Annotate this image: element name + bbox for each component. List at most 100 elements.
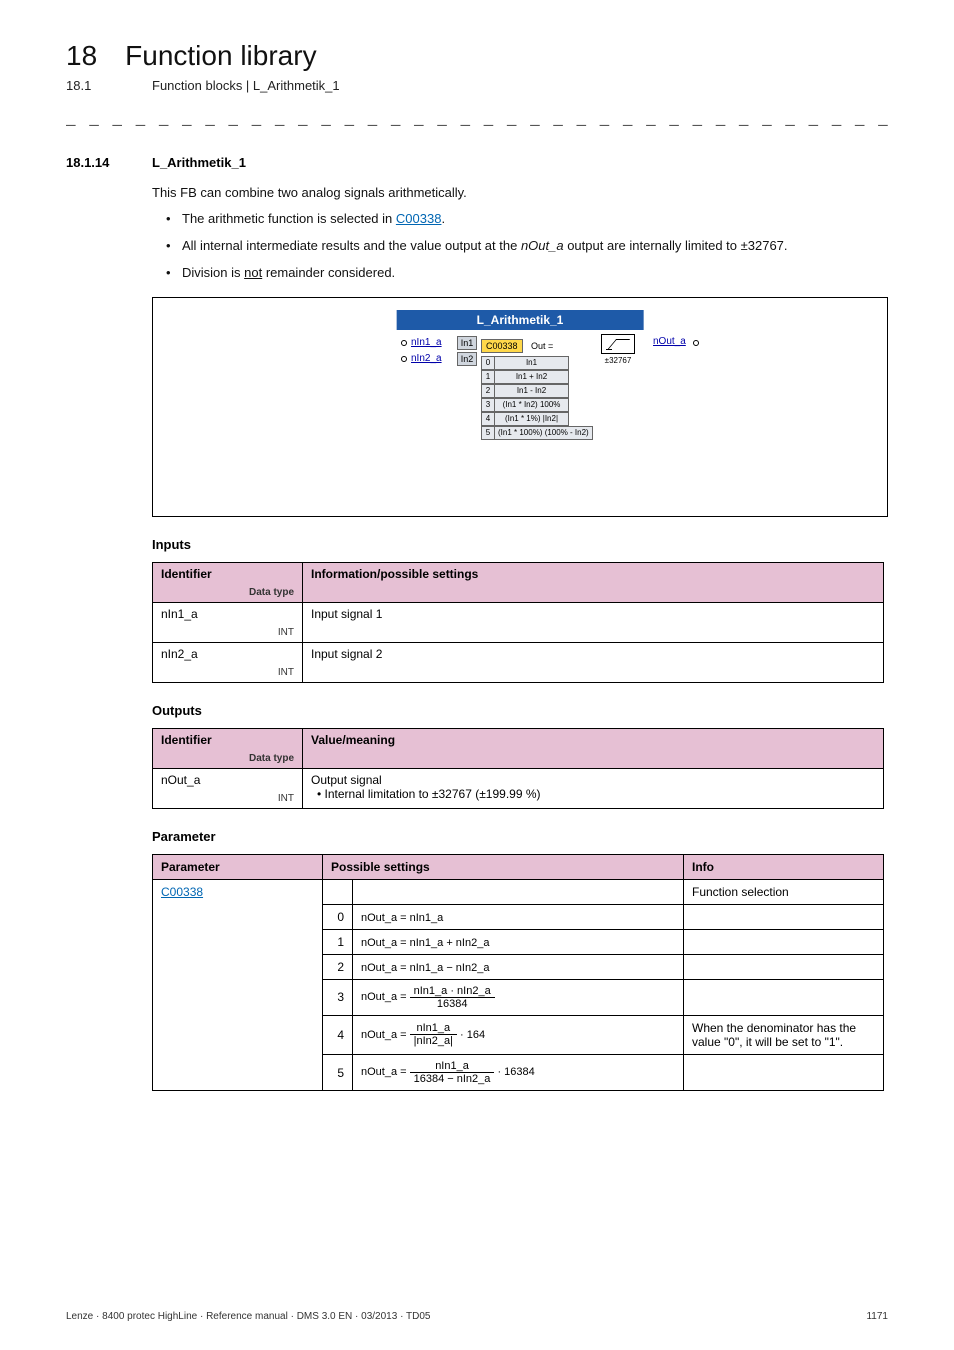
bullet-list: The arithmetic function is selected in C… — [166, 210, 888, 283]
lut-val: In1 + In2 — [495, 370, 569, 384]
bullet-2: All internal intermediate results and th… — [180, 237, 888, 256]
footer-left: Lenze · 8400 protec HighLine · Reference… — [66, 1311, 430, 1322]
diagram-param-tag: C00338 — [481, 339, 523, 353]
table-row: 0 nOut_a = nIn1_a — [153, 904, 884, 929]
cell-info — [684, 904, 884, 929]
cell-idx: 4 — [323, 1015, 353, 1054]
cell-idx: 3 — [323, 979, 353, 1015]
lut-key: 3 — [481, 398, 495, 412]
sub-number: 18.1 — [66, 78, 124, 93]
cell-info: When the denominator has the value "0", … — [684, 1015, 884, 1054]
limiter-icon — [601, 334, 635, 354]
inputs-heading: Inputs — [152, 537, 888, 552]
link-param-code[interactable]: C00338 — [161, 885, 203, 899]
block-diagram: L_Arithmetik_1 nIn1_a In1 nIn2_a In2 C00… — [152, 297, 888, 517]
table-row: 4 nOut_a = nIn1_a|nIn2_a| · 164 When the… — [153, 1015, 884, 1054]
eqn-pre: nOut_a = — [361, 991, 410, 1003]
frac-den: 16384 − nIn2_a — [410, 1073, 495, 1085]
table-row: 5 nOut_a = nIn1_a16384 − nIn2_a · 16384 — [153, 1054, 884, 1090]
diagram-inputs: nIn1_a In1 nIn2_a In2 — [401, 336, 477, 368]
diagram-in2: nIn2_a — [411, 353, 451, 364]
diagram-title: L_Arithmetik_1 — [397, 310, 644, 330]
cell-idx: 5 — [323, 1054, 353, 1090]
th-identifier: Identifier — [161, 567, 212, 581]
divider-dashes: _ _ _ _ _ _ _ _ _ _ _ _ _ _ _ _ _ _ _ _ … — [66, 111, 888, 129]
bullet-2-post: output are internally limited to ±32767. — [564, 238, 788, 253]
th-info: Info — [684, 854, 884, 879]
port-circle-icon — [401, 340, 407, 346]
section-title: L_Arithmetik_1 — [152, 155, 246, 170]
section-heading: 18.1.14 L_Arithmetik_1 — [66, 155, 888, 170]
eqn-pre: nOut_a = — [361, 1029, 410, 1041]
cell-id: nOut_a — [161, 773, 200, 787]
lut-val: (In1 * 100%) (100% - In2) — [495, 426, 593, 440]
col-identifier: Identifier Data type — [153, 728, 303, 768]
th-parameter: Parameter — [153, 854, 323, 879]
diagram-lut: C00338 Out = 0In1 1In1 + In2 2In1 - In2 … — [481, 336, 593, 440]
parameter-heading: Parameter — [152, 829, 888, 844]
diagram-in2-label: In2 — [457, 352, 477, 366]
cell-info: Input signal 1 — [303, 602, 884, 642]
cell-eqn: nOut_a = nIn1_a — [361, 912, 443, 924]
th-settings: Possible settings — [323, 854, 684, 879]
link-c00338[interactable]: C00338 — [396, 211, 442, 226]
cell-idx: 1 — [323, 929, 353, 954]
diagram-output: nOut_a — [653, 336, 686, 347]
cell-eqn: nOut_a = nIn1_a · nIn2_a16384 — [361, 991, 495, 1003]
page-footer: Lenze · 8400 protec HighLine · Reference… — [66, 1311, 888, 1322]
page-header: 18 Function library — [66, 40, 888, 72]
diagram-in1-label: In1 — [457, 336, 477, 350]
outputs-table: Identifier Data type Value/meaning nOut_… — [152, 728, 884, 809]
cell-info — [684, 954, 884, 979]
cell-info — [684, 1054, 884, 1090]
bullet-1: The arithmetic function is selected in C… — [180, 210, 888, 229]
bullet-1-post: . — [441, 211, 445, 226]
lut-key: 4 — [481, 412, 495, 426]
table-row: C00338 Function selection — [153, 879, 884, 904]
cell-dtype: INT — [161, 627, 294, 638]
bullet-1-pre: The arithmetic function is selected in — [182, 211, 396, 226]
cell-info — [684, 929, 884, 954]
cell-eqn: nOut_a = nIn1_a|nIn2_a| · 164 — [361, 1029, 485, 1041]
lut-val: (In1 * 1%) |In2| — [495, 412, 569, 426]
cell-idx: 2 — [323, 954, 353, 979]
cell-eqn: nOut_a = nIn1_a16384 − nIn2_a · 16384 — [361, 1066, 535, 1078]
cell-dtype: INT — [161, 793, 294, 804]
frac-num: nIn1_a — [410, 1060, 495, 1073]
cell-id: nIn1_a — [161, 607, 198, 621]
lut-key: 0 — [481, 356, 495, 370]
lut-val: (In1 * In2) 100% — [495, 398, 569, 412]
frac-den: |nIn2_a| — [410, 1035, 457, 1047]
col-identifier: Identifier Data type — [153, 562, 303, 602]
fraction: nIn1_a|nIn2_a| — [410, 1022, 457, 1047]
port-circle-icon — [401, 356, 407, 362]
table-row: 1 nOut_a = nIn1_a + nIn2_a — [153, 929, 884, 954]
parameter-table: Parameter Possible settings Info C00338 … — [152, 854, 884, 1091]
cell-info: Input signal 2 — [303, 642, 884, 682]
footer-page-number: 1171 — [866, 1311, 888, 1322]
cell-eqn: nOut_a = nIn1_a + nIn2_a — [361, 937, 489, 949]
bullet-2-pre: All internal intermediate results and th… — [182, 238, 521, 253]
outputs-heading: Outputs — [152, 703, 888, 718]
table-row: nIn1_a INT Input signal 1 — [153, 602, 884, 642]
bullet-3: Division is not remainder considered. — [180, 264, 888, 283]
lut-key: 2 — [481, 384, 495, 398]
th-identifier: Identifier — [161, 733, 212, 747]
eqn-post: · 16384 — [494, 1066, 534, 1078]
cell-info: Output signal • Internal limitation to ±… — [303, 768, 884, 808]
fraction: nIn1_a · nIn2_a16384 — [410, 985, 495, 1010]
cell-info-line1: Output signal — [311, 773, 382, 787]
diagram-in1: nIn1_a — [411, 337, 451, 348]
bullet-3-pre: Division is — [182, 265, 244, 280]
cell-dtype: INT — [161, 667, 294, 678]
table-row: nOut_a INT Output signal • Internal limit… — [153, 768, 884, 808]
cell-idx: 0 — [323, 904, 353, 929]
bullet-2-ital: nOut_a — [521, 238, 564, 253]
bullet-3-under: not — [244, 265, 262, 280]
table-row: nIn2_a INT Input signal 2 — [153, 642, 884, 682]
cell-id: nIn2_a — [161, 647, 198, 661]
eqn-post: · 164 — [457, 1029, 485, 1041]
sub-title: Function blocks | L_Arithmetik_1 — [152, 78, 340, 93]
chapter-number: 18 — [66, 40, 97, 72]
frac-num: nIn1_a — [410, 1022, 457, 1035]
